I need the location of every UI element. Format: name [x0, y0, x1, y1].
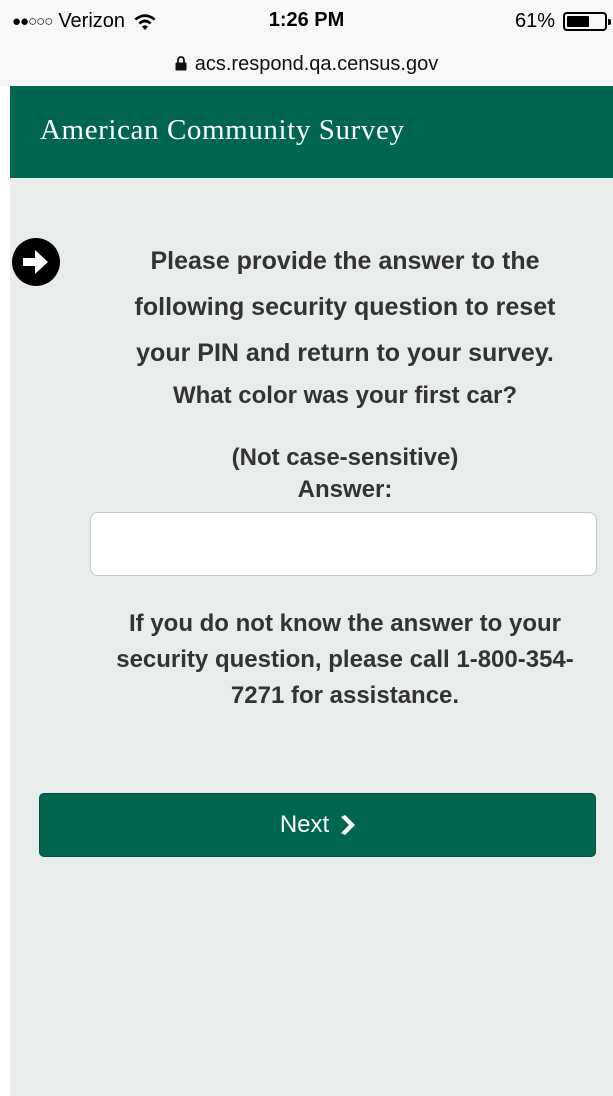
- answer-input[interactable]: [90, 512, 597, 576]
- status-bar: ●●○○○ Verizon 1:26 PM 61%: [0, 0, 613, 42]
- security-question: What color was your first car?: [172, 382, 518, 409]
- case-sensitivity-note: (Not case-sensitive): [231, 444, 459, 471]
- next-button-label: Next: [279, 811, 330, 838]
- chevron-right-icon: [341, 815, 356, 835]
- battery-icon: [563, 12, 611, 31]
- next-button[interactable]: Next: [39, 793, 596, 857]
- lock-icon: [175, 55, 187, 70]
- page-title: American Community Survey: [40, 114, 405, 146]
- url-text: acs.respond.qa.census.gov: [194, 52, 439, 75]
- screen: ●●○○○ Verizon 1:26 PM 61% acs.respond.qa…: [0, 0, 613, 1096]
- main-content: Please provide the answer to the followi…: [10, 178, 613, 1096]
- battery-tip: [608, 19, 611, 25]
- battery-level: [567, 16, 589, 27]
- status-bar-right: 61%: [514, 10, 611, 33]
- url-bar[interactable]: acs.respond.qa.census.gov: [0, 42, 613, 86]
- site-header: American Community Survey: [10, 86, 613, 178]
- instruction-text: Please provide the answer to the followi…: [134, 247, 556, 367]
- arrow-circle-right-icon: [12, 238, 60, 286]
- battery-percentage: 61%: [514, 10, 555, 32]
- answer-label: Answer:: [297, 476, 393, 503]
- help-text: If you do not know the answer to your se…: [116, 610, 574, 709]
